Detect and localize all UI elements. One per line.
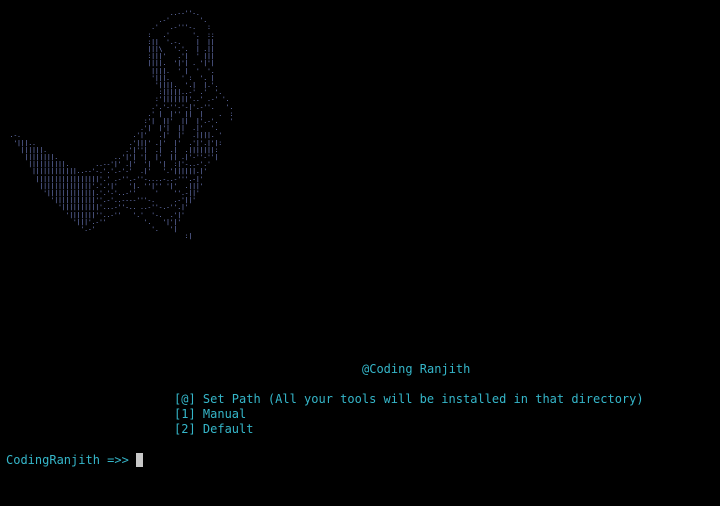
terminal-window[interactable]: ..--''-. .-' '. .' .-'''-. : : .' '. ::: [0, 0, 720, 506]
menu-option-manual: [1] Manual: [174, 407, 247, 421]
prompt-label: CodingRanjith =>>: [6, 452, 129, 467]
author-credit: @Coding Ranjith: [362, 362, 471, 376]
menu-option-default: [2] Default: [174, 422, 254, 436]
ascii-art-banner: ..--''-. .-' '. .' .-'''-. : : .' '. ::: [9, 10, 234, 241]
text-cursor[interactable]: [135, 453, 143, 467]
command-prompt-row[interactable]: CodingRanjith =>>: [6, 452, 143, 468]
menu-title: [@] Set Path (All your tools will be ins…: [174, 392, 644, 406]
